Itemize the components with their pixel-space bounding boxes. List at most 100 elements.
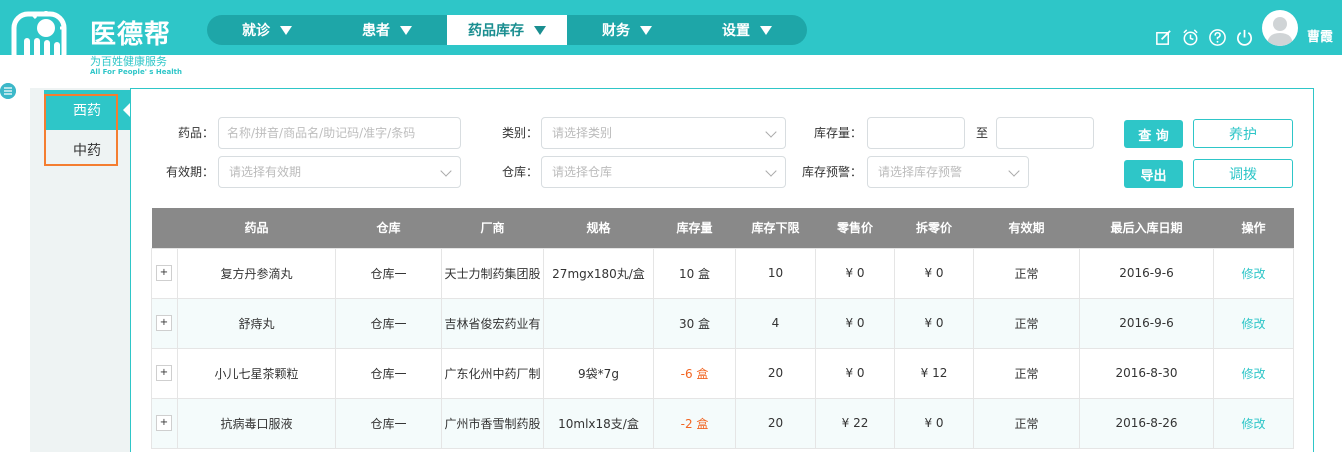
stock-cell: -2 盒 [653,397,736,449]
edit-link[interactable]: 修改 [1213,247,1294,299]
warehouse-cell: 仓库一 [335,397,442,449]
split-price-cell: ¥ 0 [894,397,974,449]
stock-warning-select[interactable]: 请选择库存预警 [867,156,1029,188]
caret-down-icon [400,25,412,35]
column-header-expiry: 有效期 [973,208,1080,248]
spec-cell: 27mgx180丸/盒 [543,247,654,299]
caret-down-icon [280,25,292,35]
category-sidebar: 西药 中药 [30,88,130,452]
expand-cell: + [151,297,178,349]
retail-price-cell: ¥ 0 [815,297,895,349]
stock-range-to: 至 [975,126,988,140]
warehouse-cell: 仓库一 [335,247,442,299]
help-icon[interactable] [1208,28,1227,47]
export-button[interactable]: 导出 [1124,160,1183,188]
expand-plus-icon[interactable]: + [156,365,172,381]
chevron-down-icon [765,126,777,138]
sidebar-item-chinese-medicine[interactable]: 中药 [44,130,130,170]
category-select[interactable]: 请选择类别 [541,117,786,149]
nav-item-label: 就诊 [242,23,270,39]
expiry-cell: 正常 [973,397,1080,449]
caret-down-icon [760,25,772,35]
column-header-last-date: 最后入库日期 [1079,208,1214,248]
expiry-placeholder: 请选择有效期 [229,165,302,179]
expiry-cell: 正常 [973,297,1080,349]
nav-item-patients[interactable]: 患者 [327,15,447,45]
expiry-cell: 正常 [973,247,1080,299]
nav-item-settings[interactable]: 设置 [687,15,807,45]
spec-cell [543,297,654,349]
stock-min-input[interactable] [867,117,965,149]
min-stock-cell: 4 [735,297,816,349]
nav-item-label: 药品库存 [468,23,524,39]
stock-max-input[interactable] [996,117,1094,149]
expand-plus-icon[interactable]: + [156,415,172,431]
chevron-down-icon [1008,165,1020,177]
maker-cell: 广州市香雪制药股 [441,397,544,449]
avatar[interactable] [1262,10,1298,46]
expand-cell: + [151,247,178,299]
nav-item-label: 患者 [362,23,390,39]
retail-price-cell: ¥ 0 [815,347,895,399]
table-row: + 复方丹参滴丸 仓库一 天士力制药集团股 27mgx180丸/盒 10 盒 1… [151,247,1294,299]
last-date-cell: 2016-9-6 [1079,247,1214,299]
min-stock-cell: 20 [735,397,816,449]
drug-name-cell: 复方丹参滴丸 [177,247,336,299]
edit-link[interactable]: 修改 [1213,297,1294,349]
split-price-cell: ¥ 0 [894,297,974,349]
nav-item-label: 财务 [602,23,630,39]
main-nav: 就诊 患者 药品库存 财务 设置 [207,15,807,45]
stock-label: 库存量： [813,126,862,140]
chevron-down-icon [765,165,777,177]
brand-logo[interactable]: 医德帮 为百姓健康服务 All For People' s Health [10,4,182,76]
drug-label: 药品： [177,126,214,140]
nav-item-inventory[interactable]: 药品库存 [447,15,567,45]
expand-plus-icon[interactable]: + [156,315,172,331]
nav-item-label: 设置 [722,23,750,39]
retail-price-cell: ¥ 22 [815,397,895,449]
drug-name-cell: 舒痔丸 [177,297,336,349]
column-header-stock: 库存量 [653,208,736,248]
edit-link[interactable]: 修改 [1213,347,1294,399]
stock-warning-placeholder: 请选择库存预警 [878,165,963,179]
expand-plus-icon[interactable]: + [156,265,172,281]
drug-search-input[interactable] [218,117,461,149]
sidebar-item-label: 中药 [73,143,101,159]
last-date-cell: 2016-8-26 [1079,397,1214,449]
inventory-table: 药品 仓库 厂商 规格 库存量 库存下限 零售价 拆零价 有效期 最后入库日期 … [151,208,1294,449]
column-header-maker: 厂商 [441,208,544,248]
last-date-cell: 2016-9-6 [1079,297,1214,349]
header-icons [1154,28,1254,47]
user-name[interactable]: 曹霞 [1307,26,1333,45]
maintain-button[interactable]: 养护 [1193,119,1293,148]
table-header: 药品 仓库 厂商 规格 库存量 库存下限 零售价 拆零价 有效期 最后入库日期 … [151,208,1294,248]
power-icon[interactable] [1235,28,1254,47]
alarm-icon[interactable] [1181,28,1200,47]
brand-name: 医德帮 [90,20,172,50]
chevron-down-icon [440,165,452,177]
retail-price-cell: ¥ 0 [815,247,895,299]
logo-mark-icon [11,11,67,74]
stock-warning-label: 库存预警： [801,165,862,179]
edit-icon[interactable] [1154,28,1173,47]
menu-toggle-icon[interactable] [0,83,16,99]
table-row: + 抗病毒口服液 仓库一 广州市香雪制药股 10mlx18支/盒 -2 盒 20… [151,397,1294,449]
transfer-button[interactable]: 调拨 [1193,159,1293,188]
drug-name-cell: 抗病毒口服液 [177,397,336,449]
column-header-split-price: 拆零价 [894,208,974,248]
edit-link[interactable]: 修改 [1213,397,1294,449]
query-button[interactable]: 查 询 [1124,120,1183,148]
maker-cell: 吉林省俊宏药业有 [441,297,544,349]
min-stock-cell: 10 [735,247,816,299]
sidebar-item-western-medicine[interactable]: 西药 [44,90,130,130]
nav-item-visit[interactable]: 就诊 [207,15,327,45]
caret-down-icon [534,25,546,35]
category-placeholder: 请选择类别 [552,126,613,140]
sidebar-item-label: 西药 [73,103,101,119]
stock-cell: 10 盒 [653,247,736,299]
column-header-warehouse: 仓库 [335,208,442,248]
nav-item-finance[interactable]: 财务 [567,15,687,45]
category-label: 类别： [501,126,538,140]
expiry-select[interactable]: 请选择有效期 [218,156,461,188]
warehouse-select[interactable]: 请选择仓库 [541,156,786,188]
